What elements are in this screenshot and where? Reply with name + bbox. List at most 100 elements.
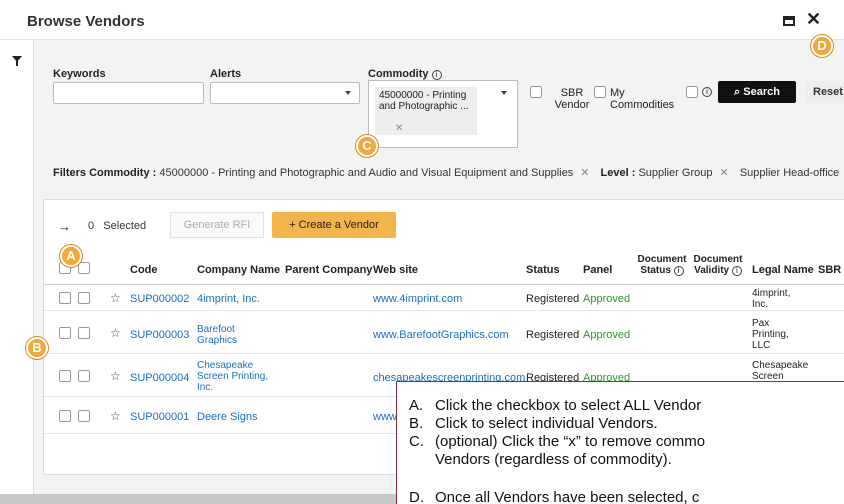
- callout-a: A: [60, 245, 82, 267]
- commodity-select[interactable]: 45000000 - Printing and Photographic ...…: [368, 80, 518, 148]
- commodity-label-text: Commodity: [368, 68, 429, 80]
- star-icon[interactable]: ☆: [110, 409, 121, 423]
- row-website[interactable]: www.4imprint.com: [373, 294, 462, 305]
- row-code[interactable]: SUP000002: [130, 294, 189, 305]
- instructions-box: A. Click the checkbox to select ALL Vendo…: [396, 381, 844, 504]
- col-sbr[interactable]: SBR C: [818, 265, 844, 276]
- row-code[interactable]: SUP000001: [130, 412, 189, 423]
- filters-label: Filters: [53, 167, 87, 179]
- row-select-checkbox-secondary[interactable]: [78, 370, 90, 382]
- keywords-input[interactable]: [53, 82, 204, 104]
- row-company[interactable]: Barefoot Graphics: [197, 324, 257, 346]
- reset-button[interactable]: Reset: [805, 81, 844, 103]
- commodity-chip-label: 45000000 - Printing and Photographic ...: [379, 90, 469, 112]
- selected-count-value: 0: [88, 220, 95, 232]
- filter-value-level: Supplier Group: [638, 167, 713, 179]
- star-icon[interactable]: ☆: [110, 291, 121, 305]
- instruction-text: Click the checkbox to select ALL Vendor: [435, 397, 702, 414]
- callout-c: C: [356, 135, 378, 157]
- instruction-letter: D.: [409, 489, 424, 504]
- row-select-checkbox-secondary[interactable]: [78, 292, 90, 304]
- instruction-item: A. Click the checkbox to select ALL Vendo…: [409, 398, 701, 414]
- filter-icon[interactable]: [12, 56, 22, 66]
- row-company[interactable]: 4imprint, Inc.: [197, 294, 260, 305]
- row-legal-name: Pax Printing, LLC: [752, 318, 789, 351]
- window-title: Browse Vendors: [27, 13, 145, 30]
- chip-remove-icon[interactable]: ✕: [395, 123, 403, 134]
- col-legal-name[interactable]: Legal Name: [752, 265, 814, 276]
- col-status[interactable]: Status: [526, 265, 560, 276]
- row-select-checkbox-secondary[interactable]: [78, 410, 90, 422]
- title-bar: Browse Vendors ✕: [0, 0, 844, 40]
- instruction-text: Once all Vendors have been selected, c: [435, 489, 700, 504]
- col-document-validity[interactable]: Document Validity i: [691, 254, 745, 276]
- row-code[interactable]: SUP000003: [130, 330, 189, 341]
- selected-count-label: Selected: [103, 220, 147, 232]
- sbr-vendor-checkbox[interactable]: [530, 86, 542, 98]
- info-icon[interactable]: i: [431, 70, 442, 80]
- col-web-site[interactable]: Web site: [373, 265, 418, 276]
- row-status: Registered: [526, 293, 580, 305]
- row-select-checkbox[interactable]: [59, 292, 71, 304]
- close-icon[interactable]: ✕: [806, 9, 821, 30]
- col-panel[interactable]: Panel: [583, 265, 612, 276]
- row-select-checkbox-secondary[interactable]: [78, 327, 90, 339]
- selected-count: 0 Selected: [88, 220, 146, 232]
- row-website[interactable]: www.BarefootGraphics.com: [373, 330, 509, 341]
- my-commodities-checkbox[interactable]: [594, 86, 606, 98]
- col-parent-company[interactable]: Parent Company: [285, 265, 372, 276]
- extra-checkbox[interactable]: [686, 86, 698, 98]
- create-vendor-button[interactable]: + Create a Vendor: [272, 212, 396, 238]
- applied-filters: Filters Commodity : 45000000 - Printing …: [53, 166, 844, 179]
- col-company-name[interactable]: Company Name: [197, 265, 280, 276]
- info-icon[interactable]: i: [673, 266, 684, 276]
- row-legal-name: 4imprint, Inc.: [752, 288, 791, 310]
- search-button-label: Search: [743, 86, 780, 98]
- instruction-text: Click to select individual Vendors.: [435, 415, 658, 432]
- select-all-checkbox-secondary[interactable]: [78, 262, 90, 274]
- row-company[interactable]: Deere Signs: [197, 412, 258, 423]
- filter-key-commodity: Commodity :: [89, 167, 157, 179]
- callout-b: B: [26, 337, 48, 359]
- search-icon: ⌕: [734, 86, 741, 98]
- search-button[interactable]: ⌕ Search: [718, 81, 796, 103]
- callout-d: D: [811, 35, 833, 57]
- alerts-label: Alerts: [210, 68, 242, 80]
- instruction-item: C. (optional) Click the “x” to remove com…: [409, 434, 705, 450]
- col-document-status[interactable]: Document Status i: [635, 254, 689, 276]
- row-legal-name: Chesapeake Screen: [752, 360, 809, 382]
- instruction-item: D. Once all Vendors have been selected, c: [409, 490, 699, 504]
- col-code[interactable]: Code: [130, 265, 158, 276]
- row-panel: Approved: [583, 329, 631, 341]
- filter-key-level: Level :: [600, 167, 636, 179]
- left-sidebar: [0, 40, 34, 504]
- maximize-icon[interactable]: [783, 16, 795, 26]
- filter-value-head-office: Supplier Head-office: [739, 167, 840, 179]
- horizontal-scrollbar[interactable]: [0, 494, 400, 504]
- filter-value-commodity: 45000000 - Printing and Photographic and…: [159, 167, 574, 179]
- chevron-down-icon: [345, 91, 351, 95]
- row-select-checkbox[interactable]: [59, 410, 71, 422]
- instruction-letter: B.: [409, 415, 424, 432]
- instruction-item: Vendors (regardless of commodity).: [409, 452, 672, 468]
- row-code[interactable]: SUP000004: [130, 373, 189, 384]
- filter-remove-icon[interactable]: ✕: [580, 167, 589, 179]
- row-status: Registered: [526, 329, 580, 341]
- info-icon[interactable]: i: [702, 87, 712, 97]
- filter-remove-icon[interactable]: ✕: [720, 167, 729, 179]
- row-select-checkbox[interactable]: [59, 370, 71, 382]
- arrow-right-icon: →: [58, 219, 71, 234]
- generate-rfi-button[interactable]: Generate RFI: [170, 212, 264, 238]
- instruction-letter: C.: [409, 433, 424, 450]
- star-icon[interactable]: ☆: [110, 369, 121, 383]
- info-icon[interactable]: i: [731, 266, 742, 276]
- row-website[interactable]: www: [373, 412, 397, 423]
- keywords-label: Keywords: [53, 68, 106, 80]
- chevron-down-icon: [501, 91, 507, 95]
- instruction-item: B. Click to select individual Vendors.: [409, 416, 658, 432]
- row-company[interactable]: Chesapeake Screen Printing, Inc.: [197, 360, 277, 393]
- star-icon[interactable]: ☆: [110, 326, 121, 340]
- alerts-select[interactable]: [210, 82, 360, 104]
- commodity-chip: 45000000 - Printing and Photographic ...…: [375, 87, 477, 135]
- row-select-checkbox[interactable]: [59, 327, 71, 339]
